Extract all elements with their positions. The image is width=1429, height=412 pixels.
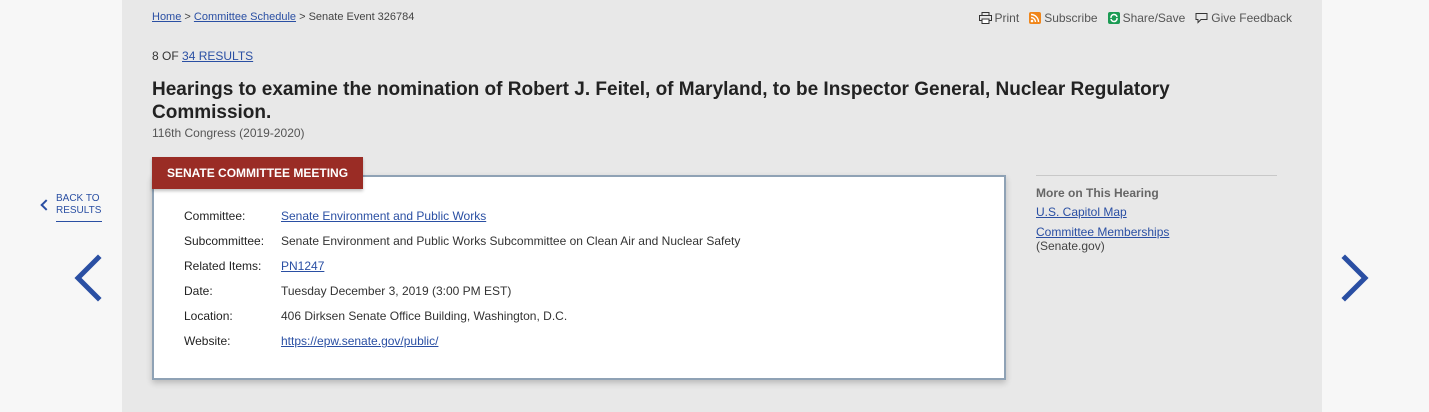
meeting-type-tab: SENATE COMMITTEE MEETING — [152, 157, 363, 189]
related-items-label: Related Items: — [184, 259, 262, 273]
detail-row-committee: Committee: Senate Environment and Public… — [184, 209, 740, 234]
main-panel: Home > Committee Schedule > Senate Event… — [122, 0, 1322, 412]
utility-toolbar: Print Subscribe Share/Save Give Feedback — [978, 11, 1292, 25]
date-value: Tuesday December 3, 2019 (3:00 PM EST) — [281, 284, 512, 298]
arrow-right-icon — [1341, 254, 1369, 302]
breadcrumb-separator: > — [184, 11, 191, 23]
share-save-button[interactable]: Share/Save — [1107, 11, 1186, 25]
subcommittee-value: Senate Environment and Public Works Subc… — [281, 234, 741, 248]
next-result-button[interactable] — [1337, 254, 1373, 302]
related-item-link[interactable]: PN1247 — [281, 259, 324, 273]
share-icon — [1107, 12, 1120, 24]
detail-row-location: Location: 406 Dirksen Senate Office Buil… — [184, 309, 740, 334]
print-label: Print — [994, 11, 1020, 25]
date-label: Date: — [184, 284, 213, 298]
rss-icon — [1029, 12, 1042, 24]
give-feedback-label: Give Feedback — [1211, 11, 1292, 25]
location-value: 406 Dirksen Senate Office Building, Wash… — [281, 309, 568, 323]
give-feedback-button[interactable]: Give Feedback — [1195, 11, 1292, 25]
committee-link[interactable]: Senate Environment and Public Works — [281, 209, 486, 223]
committee-label: Committee: — [184, 209, 246, 223]
detail-row-related-items: Related Items: PN1247 — [184, 259, 740, 284]
breadcrumb-separator: > — [299, 11, 306, 23]
back-to-results-label: BACK TO RESULTS — [56, 193, 102, 222]
arrow-left-icon — [74, 254, 102, 302]
committee-memberships-group: Committee Memberships (Senate.gov) — [1036, 225, 1277, 253]
results-position: 8 OF — [152, 49, 179, 63]
website-link[interactable]: https://epw.senate.gov/public/ — [281, 334, 438, 348]
memberships-source-note: (Senate.gov) — [1036, 239, 1105, 253]
capitol-map-link[interactable]: U.S. Capitol Map — [1036, 205, 1277, 219]
subscribe-label: Subscribe — [1044, 11, 1098, 25]
results-total-link[interactable]: 34 RESULTS — [182, 49, 253, 63]
breadcrumb: Home > Committee Schedule > Senate Event… — [152, 11, 414, 23]
print-button[interactable]: Print — [978, 11, 1020, 25]
meeting-details-box: Committee: Senate Environment and Public… — [152, 175, 1006, 380]
detail-row-website: Website: https://epw.senate.gov/public/ — [184, 334, 740, 359]
back-to-results-link[interactable]: BACK TO RESULTS — [40, 193, 110, 222]
breadcrumb-current: Senate Event 326784 — [308, 11, 415, 23]
previous-result-button[interactable] — [70, 254, 106, 302]
breadcrumb-home-link[interactable]: Home — [152, 11, 181, 23]
detail-row-subcommittee: Subcommittee: Senate Environment and Pub… — [184, 234, 740, 259]
left-navigation: BACK TO RESULTS — [0, 0, 122, 412]
printer-icon — [978, 12, 992, 24]
meeting-details-table: Committee: Senate Environment and Public… — [184, 209, 740, 359]
chevron-left-icon — [40, 199, 52, 211]
detail-row-date: Date: Tuesday December 3, 2019 (3:00 PM … — [184, 284, 740, 309]
subcommittee-label: Subcommittee: — [184, 234, 265, 248]
location-label: Location: — [184, 309, 233, 323]
sidebar-heading: More on This Hearing — [1036, 186, 1159, 200]
speech-bubble-icon — [1195, 13, 1208, 24]
breadcrumb-committee-schedule-link[interactable]: Committee Schedule — [194, 11, 296, 23]
website-label: Website: — [184, 334, 231, 348]
congress-label: 116th Congress (2019-2020) — [152, 126, 305, 140]
share-save-label: Share/Save — [1122, 11, 1186, 25]
results-count: 8 OF 34 RESULTS — [152, 49, 253, 63]
committee-memberships-link[interactable]: Committee Memberships — [1036, 225, 1277, 239]
more-on-hearing-sidebar: More on This Hearing U.S. Capitol Map Co… — [1036, 175, 1277, 253]
page-title: Hearings to examine the nomination of Ro… — [152, 79, 1170, 123]
subscribe-button[interactable]: Subscribe — [1029, 11, 1098, 25]
